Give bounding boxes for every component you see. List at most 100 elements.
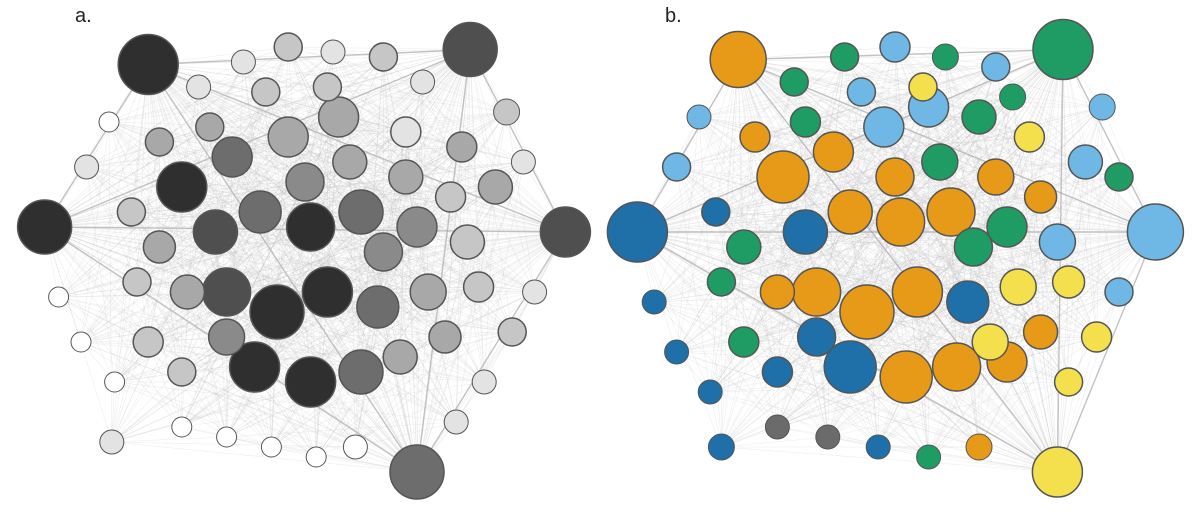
- graph-node: [306, 447, 326, 467]
- graph-node: [217, 427, 237, 447]
- graph-node: [75, 155, 99, 179]
- graph-node: [196, 113, 224, 141]
- graph-node: [762, 357, 792, 387]
- figure-canvas: a. b.: [0, 0, 1200, 523]
- graph-node: [286, 357, 336, 407]
- graph-node: [157, 162, 207, 212]
- graph-node: [864, 107, 904, 147]
- graph-node: [145, 128, 173, 156]
- graph-node: [133, 327, 163, 357]
- graph-node: [357, 286, 399, 328]
- graph-node: [252, 78, 280, 106]
- graph-node: [511, 150, 535, 174]
- graph-node: [1000, 269, 1036, 305]
- graph-node: [319, 97, 359, 137]
- graph-node: [1039, 224, 1075, 260]
- graph-node: [876, 158, 914, 196]
- edge: [112, 437, 227, 442]
- graph-node: [170, 275, 204, 309]
- graph-node: [1089, 94, 1115, 120]
- edge: [1097, 107, 1103, 337]
- graph-node: [472, 370, 496, 394]
- graph-node: [880, 32, 910, 62]
- graph-node: [978, 159, 1014, 195]
- graph-node: [790, 107, 820, 137]
- graph-node: [757, 151, 809, 203]
- graph-node: [250, 285, 304, 339]
- graph-node: [411, 70, 435, 94]
- graph-node: [231, 50, 255, 74]
- graph-node: [117, 198, 145, 226]
- graph-node: [540, 207, 590, 257]
- graph-node: [369, 43, 397, 71]
- graph-node: [143, 231, 175, 263]
- graph-node: [1105, 278, 1133, 306]
- graph-node: [436, 182, 466, 212]
- graph-node: [982, 53, 1010, 81]
- graph-node: [429, 321, 461, 353]
- graph-node: [1000, 84, 1026, 110]
- graph-node: [168, 358, 196, 386]
- graph-node: [287, 203, 335, 251]
- graph-node: [729, 327, 759, 357]
- graph-node: [123, 268, 151, 296]
- graph-node: [333, 145, 367, 179]
- graph-node: [443, 23, 497, 77]
- graph-node: [313, 73, 341, 101]
- graph-node: [339, 350, 383, 394]
- graph-node: [1127, 204, 1183, 260]
- graph-node: [607, 202, 667, 262]
- graph-node: [498, 318, 526, 346]
- graph-node: [172, 417, 192, 437]
- edge: [470, 50, 565, 233]
- graph-node: [18, 200, 72, 254]
- graph-node: [410, 274, 446, 310]
- graph-node: [954, 228, 992, 266]
- graph-node: [932, 44, 958, 70]
- graph-node: [1068, 145, 1102, 179]
- graph-node: [100, 430, 124, 454]
- graph-node: [740, 122, 770, 152]
- graph-node: [765, 415, 789, 439]
- graph-node: [710, 32, 766, 88]
- graph-node: [698, 380, 722, 404]
- graph-node: [783, 210, 827, 254]
- graph-node: [1055, 368, 1083, 396]
- graph-node: [780, 68, 808, 96]
- graph-node: [987, 207, 1027, 247]
- graph-node: [966, 434, 992, 460]
- graph-node: [813, 132, 853, 172]
- graph-node: [71, 332, 91, 352]
- graph-node: [464, 272, 494, 302]
- graph-node: [447, 132, 477, 162]
- graph-node: [760, 275, 794, 309]
- graph-node: [239, 191, 281, 233]
- graph-node: [828, 190, 872, 234]
- graph-node: [364, 233, 402, 271]
- graph-node: [1025, 181, 1057, 213]
- graph-node: [261, 437, 281, 457]
- graph-node: [321, 40, 345, 64]
- graph-node: [972, 324, 1008, 360]
- graph-node: [383, 340, 417, 374]
- graph-node: [917, 445, 941, 469]
- graph-node: [343, 435, 367, 459]
- graph-node: [707, 268, 735, 296]
- graph-node: [209, 319, 245, 355]
- graph-node: [203, 268, 251, 316]
- graph-node: [1082, 322, 1112, 352]
- graph-node: [523, 280, 547, 304]
- graph-node: [831, 43, 859, 71]
- graph-node: [268, 117, 308, 157]
- graph-node: [816, 425, 840, 449]
- graph-node: [866, 435, 890, 459]
- graph-node: [212, 137, 252, 177]
- graph-node: [187, 75, 211, 99]
- graph-node: [391, 117, 421, 147]
- graph-node: [663, 153, 691, 181]
- graph-node: [105, 372, 125, 392]
- graph-node: [444, 410, 468, 434]
- graph-node: [1033, 20, 1093, 80]
- graph-node: [1032, 447, 1082, 497]
- graph-node: [1053, 266, 1085, 298]
